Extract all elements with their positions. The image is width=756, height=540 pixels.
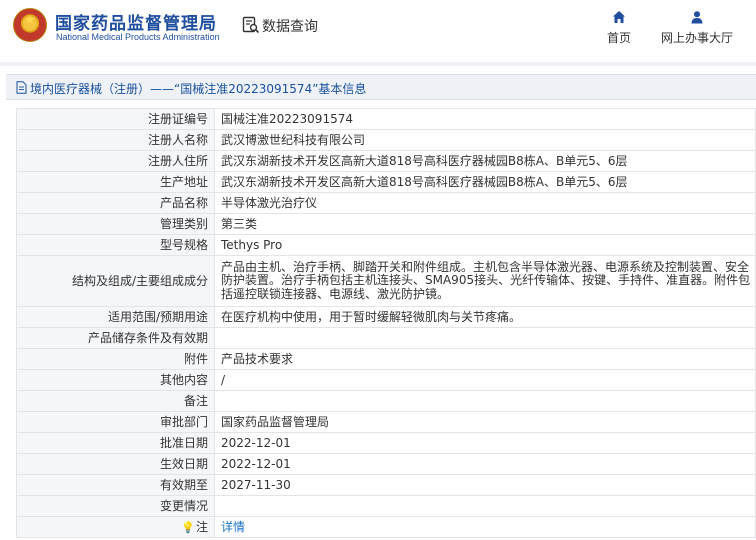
table-row: 变更情况 xyxy=(16,495,756,517)
field-value: 武汉东湖新技术开发区高新大道818号高科医疗器械园B8栋A、B单元5、6层 xyxy=(214,150,756,172)
header-divider xyxy=(0,62,756,66)
table-row: 管理类别 第三类 xyxy=(16,213,756,235)
nav-online-service-hall[interactable]: 网上办事大厅 xyxy=(655,10,739,50)
table-row: 审批部门 国家药品监督管理局 xyxy=(16,411,756,433)
field-label: 其他内容 xyxy=(16,369,215,391)
field-label: 生产地址 xyxy=(16,171,215,193)
field-label: 产品名称 xyxy=(16,192,215,214)
field-value: 2022-12-01 xyxy=(214,432,756,454)
field-label: 型号规格 xyxy=(16,234,215,256)
table-row: 注册证编号 国械注准20223091574 xyxy=(16,108,756,130)
field-label: 附件 xyxy=(16,348,215,370)
data-query-icon xyxy=(242,16,260,34)
table-row: 注册人住所 武汉东湖新技术开发区高新大道818号高科医疗器械园B8栋A、B单元5… xyxy=(16,150,756,172)
field-value xyxy=(214,390,756,412)
field-label: 产品储存条件及有效期 xyxy=(16,327,215,349)
field-value: / xyxy=(214,369,756,391)
field-label: 变更情况 xyxy=(16,495,215,517)
field-value: Tethys Pro xyxy=(214,234,756,256)
table-row: 注册人名称 武汉博激世纪科技有限公司 xyxy=(16,129,756,151)
field-value xyxy=(214,327,756,349)
field-label: 生效日期 xyxy=(16,453,215,475)
note-value-cell: 详情 xyxy=(214,516,756,538)
field-label: 结构及组成/主要组成成分 xyxy=(16,255,215,307)
table-row: 生效日期 2022-12-01 xyxy=(16,453,756,475)
table-row: 附件 产品技术要求 xyxy=(16,348,756,370)
field-value: 第三类 xyxy=(214,213,756,235)
table-row: 型号规格 Tethys Pro xyxy=(16,234,756,256)
table-row: 结构及组成/主要组成成分 产品由主机、治疗手柄、脚踏开关和附件组成。主机包含半导… xyxy=(16,255,756,307)
field-value xyxy=(214,495,756,517)
field-value: 国械注准20223091574 xyxy=(214,108,756,130)
field-label: 备注 xyxy=(16,390,215,412)
table-row: 生产地址 武汉东湖新技术开发区高新大道818号高科医疗器械园B8栋A、B单元5、… xyxy=(16,171,756,193)
document-icon xyxy=(16,81,27,94)
table-row: 产品名称 半导体激光治疗仪 xyxy=(16,192,756,214)
field-value: 2027-11-30 xyxy=(214,474,756,496)
org-name-en[interactable]: National Medical Products Administration xyxy=(56,32,220,42)
table-row: 批准日期 2022-12-01 xyxy=(16,432,756,454)
table-row: 适用范围/预期用途 在医疗机构中使用，用于暂时缓解轻微肌肉与关节疼痛。 xyxy=(16,306,756,328)
record-title: 境内医疗器械（注册）——“国械注准20223091574”基本信息 xyxy=(30,82,367,96)
details-link[interactable]: 详情 xyxy=(221,520,245,534)
nav-online-service-hall-label: 网上办事大厅 xyxy=(660,31,733,45)
national-emblem-logo[interactable]: ★ xyxy=(13,8,47,42)
table-row: 产品储存条件及有效期 xyxy=(16,327,756,349)
record-title-bar: 境内医疗器械（注册）——“国械注准20223091574”基本信息 xyxy=(6,74,756,100)
note-label-cell: 💡注 xyxy=(16,516,215,538)
nav-home[interactable]: 首页 xyxy=(598,10,640,50)
field-value: 半导体激光治疗仪 xyxy=(214,192,756,214)
data-query-title: 数据查询 xyxy=(262,19,318,35)
field-value: 2022-12-01 xyxy=(214,453,756,475)
field-value: 在医疗机构中使用，用于暂时缓解轻微肌肉与关节疼痛。 xyxy=(214,306,756,328)
field-label: 注册人住所 xyxy=(16,150,215,172)
home-icon xyxy=(613,11,625,23)
field-label: 注册人名称 xyxy=(16,129,215,151)
note-label: 注 xyxy=(195,519,208,534)
field-value: 国家药品监督管理局 xyxy=(214,411,756,433)
lightbulb-icon: 💡 xyxy=(181,520,195,534)
user-icon xyxy=(691,11,703,24)
table-row: 其他内容 / xyxy=(16,369,756,391)
field-label: 有效期至 xyxy=(16,474,215,496)
field-label: 注册证编号 xyxy=(16,108,215,130)
table-row: 备注 xyxy=(16,390,756,412)
table-row: 有效期至 2027-11-30 xyxy=(16,474,756,496)
field-label: 批准日期 xyxy=(16,432,215,454)
field-value: 武汉博激世纪科技有限公司 xyxy=(214,129,756,151)
field-label: 审批部门 xyxy=(16,411,215,433)
site-header: ★ 国家药品监督管理局 National Medical Products Ad… xyxy=(0,0,756,62)
registration-details-table: 注册证编号 国械注准20223091574 注册人名称 武汉博激世纪科技有限公司… xyxy=(16,108,756,538)
table-row: 💡注 详情 xyxy=(16,516,756,538)
field-value: 武汉东湖新技术开发区高新大道818号高科医疗器械园B8栋A、B单元5、6层 xyxy=(214,171,756,193)
field-value: 产品由主机、治疗手柄、脚踏开关和附件组成。主机包含半导体激光器、电源系统及控制装… xyxy=(214,255,756,307)
org-name-cn[interactable]: 国家药品监督管理局 xyxy=(55,9,217,34)
nav-home-label: 首页 xyxy=(606,31,631,45)
field-value: 产品技术要求 xyxy=(214,348,756,370)
field-label: 适用范围/预期用途 xyxy=(16,306,215,328)
field-label: 管理类别 xyxy=(16,213,215,235)
